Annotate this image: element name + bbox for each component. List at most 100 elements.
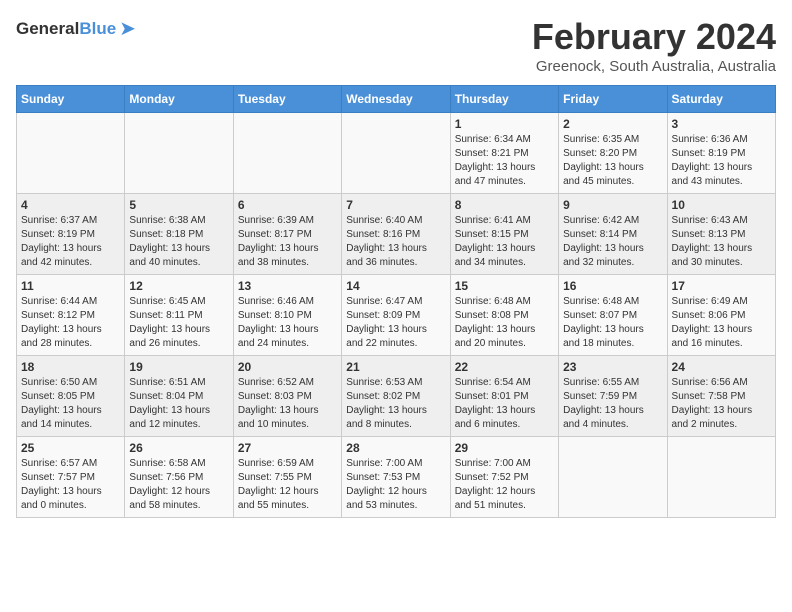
day-number: 1	[455, 117, 554, 131]
calendar-cell: 8Sunrise: 6:41 AM Sunset: 8:15 PM Daylig…	[450, 194, 558, 275]
title-area: February 2024 Greenock, South Australia,…	[532, 16, 776, 75]
day-detail: Sunrise: 6:57 AM Sunset: 7:57 PM Dayligh…	[21, 457, 120, 513]
calendar-cell: 26Sunrise: 6:58 AM Sunset: 7:56 PM Dayli…	[125, 437, 233, 518]
day-detail: Sunrise: 6:44 AM Sunset: 8:12 PM Dayligh…	[21, 295, 120, 351]
day-detail: Sunrise: 6:38 AM Sunset: 8:18 PM Dayligh…	[129, 214, 228, 270]
day-detail: Sunrise: 6:36 AM Sunset: 8:19 PM Dayligh…	[672, 133, 771, 189]
day-number: 15	[455, 279, 554, 293]
day-detail: Sunrise: 6:48 AM Sunset: 8:08 PM Dayligh…	[455, 295, 554, 351]
calendar-week-row: 4 Sunrise: 6:37 AM Sunset: 8:19 PM Daylig…	[17, 194, 776, 275]
day-number: 11	[21, 279, 120, 293]
day-number: 12	[129, 279, 228, 293]
day-number: 29	[455, 441, 554, 455]
calendar-cell: 5Sunrise: 6:38 AM Sunset: 8:18 PM Daylig…	[125, 194, 233, 275]
calendar-week-row: 18 Sunrise: 6:50 AM Sunset: 8:05 PM Dayli…	[17, 356, 776, 437]
day-number: 18	[21, 360, 120, 374]
day-number: 17	[672, 279, 771, 293]
day-detail: Sunrise: 6:59 AM Sunset: 7:55 PM Dayligh…	[238, 457, 337, 513]
logo: General Blue ➤	[16, 16, 136, 41]
day-detail: Sunrise: 6:39 AM Sunset: 8:17 PM Dayligh…	[238, 214, 337, 270]
calendar-cell: 11 Sunrise: 6:44 AM Sunset: 8:12 PM Dayli…	[17, 275, 125, 356]
day-detail: Sunrise: 6:43 AM Sunset: 8:13 PM Dayligh…	[672, 214, 771, 270]
day-number: 28	[346, 441, 445, 455]
calendar-header-tuesday: Tuesday	[233, 86, 341, 113]
calendar-cell	[125, 113, 233, 194]
day-number: 23	[563, 360, 662, 374]
day-detail: Sunrise: 6:56 AM Sunset: 7:58 PM Dayligh…	[672, 376, 771, 432]
day-detail: Sunrise: 6:35 AM Sunset: 8:20 PM Dayligh…	[563, 133, 662, 189]
day-number: 10	[672, 198, 771, 212]
day-detail: Sunrise: 6:53 AM Sunset: 8:02 PM Dayligh…	[346, 376, 445, 432]
day-number: 24	[672, 360, 771, 374]
calendar-cell: 12 Sunrise: 6:45 AM Sunset: 8:11 PM Dayli…	[125, 275, 233, 356]
logo-blue: Blue	[79, 19, 116, 39]
calendar-cell: 6 Sunrise: 6:39 AM Sunset: 8:17 PM Daylig…	[233, 194, 341, 275]
day-number: 25	[21, 441, 120, 455]
calendar-cell	[17, 113, 125, 194]
day-number: 4	[21, 198, 120, 212]
day-detail: Sunrise: 6:52 AM Sunset: 8:03 PM Dayligh…	[238, 376, 337, 432]
day-detail: Sunrise: 7:00 AM Sunset: 7:53 PM Dayligh…	[346, 457, 445, 513]
day-number: 16	[563, 279, 662, 293]
day-detail: Sunrise: 6:34 AM Sunset: 8:21 PM Dayligh…	[455, 133, 554, 189]
day-detail: Sunrise: 7:00 AM Sunset: 7:52 PM Dayligh…	[455, 457, 554, 513]
day-number: 19	[129, 360, 228, 374]
calendar-cell: 16 Sunrise: 6:48 AM Sunset: 8:07 PM Dayli…	[559, 275, 667, 356]
day-number: 9	[563, 198, 662, 212]
day-detail: Sunrise: 6:47 AM Sunset: 8:09 PM Dayligh…	[346, 295, 445, 351]
day-detail: Sunrise: 6:37 AM Sunset: 8:19 PM Dayligh…	[21, 214, 120, 270]
calendar-cell: 28 Sunrise: 7:00 AM Sunset: 7:53 PM Dayli…	[342, 437, 450, 518]
calendar-cell: 4 Sunrise: 6:37 AM Sunset: 8:19 PM Daylig…	[17, 194, 125, 275]
day-detail: Sunrise: 6:51 AM Sunset: 8:04 PM Dayligh…	[129, 376, 228, 432]
day-number: 20	[238, 360, 337, 374]
day-detail: Sunrise: 6:49 AM Sunset: 8:06 PM Dayligh…	[672, 295, 771, 351]
calendar-table: SundayMondayTuesdayWednesdayThursdayFrid…	[16, 85, 776, 518]
calendar-cell: 23 Sunrise: 6:55 AM Sunset: 7:59 PM Dayli…	[559, 356, 667, 437]
day-number: 13	[238, 279, 337, 293]
calendar-week-row: 1 Sunrise: 6:34 AM Sunset: 8:21 PM Daylig…	[17, 113, 776, 194]
calendar-cell: 18 Sunrise: 6:50 AM Sunset: 8:05 PM Dayli…	[17, 356, 125, 437]
page-subtitle: Greenock, South Australia, Australia	[532, 58, 776, 75]
day-detail: Sunrise: 6:50 AM Sunset: 8:05 PM Dayligh…	[21, 376, 120, 432]
calendar-cell: 13Sunrise: 6:46 AM Sunset: 8:10 PM Dayli…	[233, 275, 341, 356]
calendar-cell: 25 Sunrise: 6:57 AM Sunset: 7:57 PM Dayli…	[17, 437, 125, 518]
day-number: 2	[563, 117, 662, 131]
day-number: 21	[346, 360, 445, 374]
day-detail: Sunrise: 6:55 AM Sunset: 7:59 PM Dayligh…	[563, 376, 662, 432]
calendar-cell: 10 Sunrise: 6:43 AM Sunset: 8:13 PM Dayli…	[667, 194, 775, 275]
calendar-cell: 14Sunrise: 6:47 AM Sunset: 8:09 PM Dayli…	[342, 275, 450, 356]
calendar-cell: 21 Sunrise: 6:53 AM Sunset: 8:02 PM Dayli…	[342, 356, 450, 437]
day-number: 27	[238, 441, 337, 455]
calendar-cell	[667, 437, 775, 518]
calendar-cell: 1 Sunrise: 6:34 AM Sunset: 8:21 PM Daylig…	[450, 113, 558, 194]
calendar-header-wednesday: Wednesday	[342, 86, 450, 113]
logo-bird-icon: ➤	[119, 16, 136, 41]
calendar-cell: 29 Sunrise: 7:00 AM Sunset: 7:52 PM Dayli…	[450, 437, 558, 518]
day-number: 7	[346, 198, 445, 212]
header: General Blue ➤ February 2024 Greenock, S…	[16, 16, 776, 75]
calendar-cell: 17 Sunrise: 6:49 AM Sunset: 8:06 PM Dayli…	[667, 275, 775, 356]
calendar-week-row: 25 Sunrise: 6:57 AM Sunset: 7:57 PM Dayli…	[17, 437, 776, 518]
calendar-header-thursday: Thursday	[450, 86, 558, 113]
calendar-cell: 24 Sunrise: 6:56 AM Sunset: 7:58 PM Dayli…	[667, 356, 775, 437]
calendar-cell	[342, 113, 450, 194]
day-detail: Sunrise: 6:45 AM Sunset: 8:11 PM Dayligh…	[129, 295, 228, 351]
logo-general: General	[16, 19, 79, 39]
calendar-cell: 15 Sunrise: 6:48 AM Sunset: 8:08 PM Dayli…	[450, 275, 558, 356]
calendar-cell: 19 Sunrise: 6:51 AM Sunset: 8:04 PM Dayli…	[125, 356, 233, 437]
calendar-header-monday: Monday	[125, 86, 233, 113]
calendar-cell: 7Sunrise: 6:40 AM Sunset: 8:16 PM Daylig…	[342, 194, 450, 275]
calendar-cell	[559, 437, 667, 518]
calendar-cell: 27 Sunrise: 6:59 AM Sunset: 7:55 PM Dayli…	[233, 437, 341, 518]
calendar-cell	[233, 113, 341, 194]
day-detail: Sunrise: 6:48 AM Sunset: 8:07 PM Dayligh…	[563, 295, 662, 351]
day-detail: Sunrise: 6:54 AM Sunset: 8:01 PM Dayligh…	[455, 376, 554, 432]
calendar-cell: 2 Sunrise: 6:35 AM Sunset: 8:20 PM Daylig…	[559, 113, 667, 194]
calendar-header-row: SundayMondayTuesdayWednesdayThursdayFrid…	[17, 86, 776, 113]
calendar-cell: 3Sunrise: 6:36 AM Sunset: 8:19 PM Daylig…	[667, 113, 775, 194]
day-number: 26	[129, 441, 228, 455]
calendar-cell: 20 Sunrise: 6:52 AM Sunset: 8:03 PM Dayli…	[233, 356, 341, 437]
calendar-cell: 9Sunrise: 6:42 AM Sunset: 8:14 PM Daylig…	[559, 194, 667, 275]
day-number: 8	[455, 198, 554, 212]
day-number: 6	[238, 198, 337, 212]
